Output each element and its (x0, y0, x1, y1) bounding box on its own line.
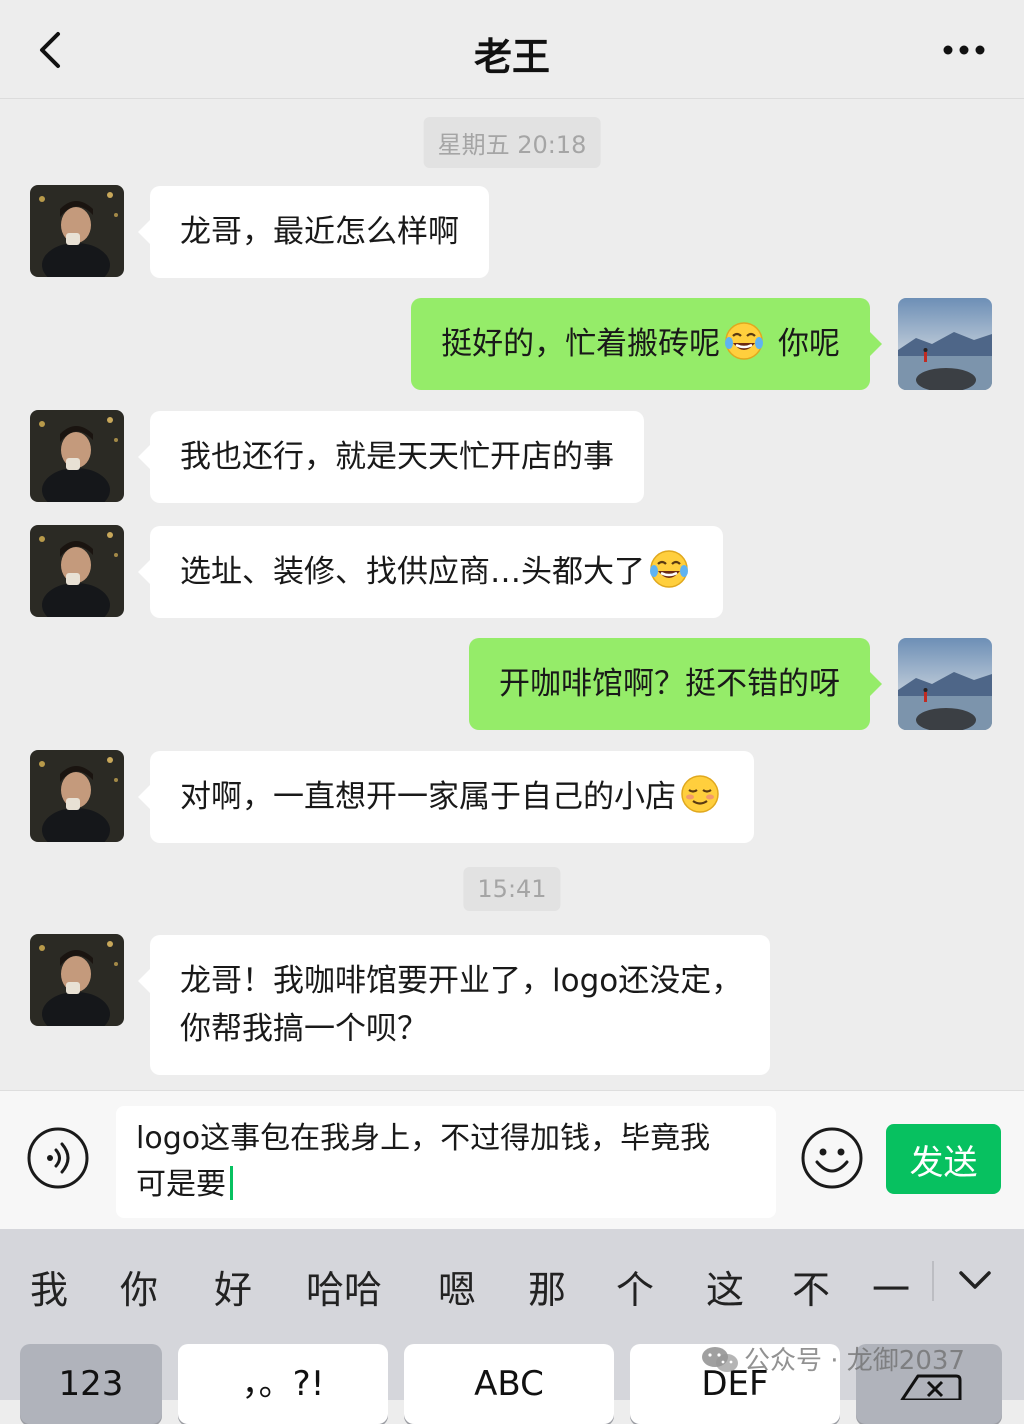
message-bubble-received[interactable]: 龙哥，最近怎么样啊 (138, 186, 489, 278)
message-input[interactable]: logo这事包在我身上，不过得加钱，毕竟我 可是要 (116, 1106, 776, 1218)
key-abc[interactable]: ABC (404, 1344, 614, 1424)
text-caret (230, 1166, 233, 1200)
message-text-line: 龙哥！我咖啡馆要开业了，logo还没定， (180, 963, 743, 999)
voice-icon[interactable] (26, 1126, 90, 1190)
message-bubble-received[interactable]: 龙哥！我咖啡馆要开业了，logo还没定， 你帮我搞一个呗？ (138, 935, 770, 1075)
timestamp: 15:41 (463, 867, 561, 911)
timestamp: 星期五 20:18 (423, 117, 601, 168)
candidate-word[interactable]: 不 (792, 1259, 830, 1314)
candidate-word[interactable]: 我 (30, 1259, 68, 1314)
tears-of-joy-emoji-icon (725, 322, 764, 360)
chat-header: 老王 (0, 0, 1024, 99)
message-bubble-received[interactable]: 我也还行，就是天天忙开店的事 (138, 411, 644, 503)
message-text: 挺好的，忙着搬砖呢 (441, 326, 721, 362)
message-text-line: 你帮我搞一个呗？ (180, 1011, 428, 1047)
contact-avatar[interactable] (30, 750, 124, 842)
message-list[interactable]: 星期五 20:18 龙哥，最近怎么样啊 挺好的，忙着搬砖呢 你呢 我也还行，就是… (0, 99, 1024, 1089)
wechat-icon (702, 1347, 738, 1372)
contact-avatar[interactable] (30, 410, 124, 502)
contact-avatar[interactable] (30, 525, 124, 617)
key-punctuation[interactable]: ，。?! (178, 1344, 388, 1424)
contact-avatar[interactable] (30, 185, 124, 277)
send-button[interactable]: 发送 (886, 1124, 1001, 1194)
message-text: 选址、装修、找供应商…头都大了 (180, 554, 645, 590)
contact-avatar[interactable] (30, 934, 124, 1026)
candidate-bar: 我 你 好 哈哈 嗯 那 个 这 不 一 (0, 1229, 1024, 1337)
message-text: 龙哥，最近怎么样啊 (180, 214, 459, 250)
message-bubble-sent[interactable]: 开咖啡馆啊？挺不错的呀 (469, 638, 882, 730)
ellipsis-icon[interactable] (942, 44, 986, 56)
tears-of-joy-emoji-icon (650, 550, 688, 588)
candidate-word[interactable]: 哈哈 (306, 1259, 382, 1314)
candidate-word[interactable]: 那 (528, 1259, 566, 1314)
message-text: 我也还行，就是天天忙开店的事 (180, 439, 614, 475)
candidate-word[interactable]: 嗯 (438, 1259, 476, 1314)
chat-title: 老王 (473, 35, 550, 79)
message-composer: logo这事包在我身上，不过得加钱，毕竟我 可是要 发送 (0, 1090, 1024, 1229)
candidate-word[interactable]: 这 (706, 1259, 744, 1314)
my-avatar[interactable] (898, 638, 992, 730)
key-123[interactable]: 123 (20, 1344, 162, 1424)
candidate-word[interactable]: 一 (872, 1259, 910, 1314)
message-text: 你呢 (768, 326, 840, 362)
message-text: 对啊，一直想开一家属于自己的小店 (180, 779, 676, 815)
message-bubble-sent[interactable]: 挺好的，忙着搬砖呢 你呢 (411, 298, 882, 390)
watermark: 公众号 · 龙御2037 (700, 1340, 965, 1377)
message-text: 开咖啡馆啊？挺不错的呀 (499, 666, 840, 702)
backspace-icon (900, 1374, 962, 1400)
smiling-blush-emoji-icon (681, 775, 719, 813)
message-bubble-received[interactable]: 对啊，一直想开一家属于自己的小店 (138, 751, 754, 843)
watermark-text: 公众号 · 龙御2037 (744, 1346, 965, 1376)
chevron-down-icon[interactable] (956, 1265, 994, 1295)
message-bubble-received[interactable]: 选址、装修、找供应商…头都大了 (138, 526, 723, 618)
input-text: logo这事包在我身上，不过得加钱，毕竟我 可是要 (136, 1121, 711, 1202)
candidate-word[interactable]: 你 (120, 1259, 158, 1314)
my-avatar[interactable] (898, 298, 992, 390)
candidate-word[interactable]: 个 (616, 1259, 654, 1314)
divider (932, 1261, 934, 1301)
emoji-icon[interactable] (800, 1126, 864, 1190)
candidate-word[interactable]: 好 (214, 1259, 252, 1314)
